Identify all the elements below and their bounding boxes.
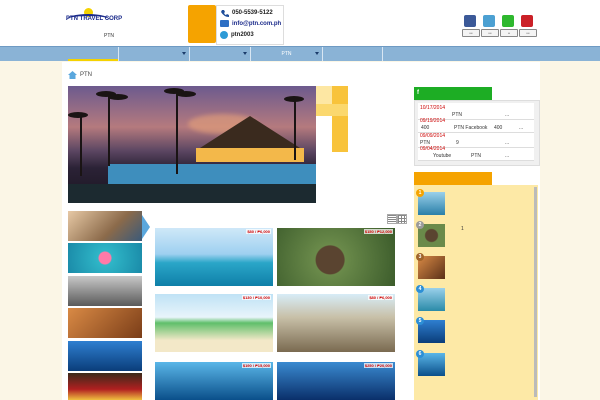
nav-item-4[interactable]: PTN bbox=[251, 47, 323, 61]
contact-phone[interactable]: 050-5539-5122 bbox=[232, 10, 273, 16]
post-text[interactable]: PTN bbox=[452, 112, 462, 118]
post-date: 09/04/2014 bbox=[420, 146, 446, 152]
breadcrumb: PTN bbox=[68, 71, 92, 79]
contact-email-row: info@ptn.com.ph bbox=[220, 20, 281, 27]
line-icon[interactable] bbox=[502, 15, 514, 27]
breadcrumb-label[interactable]: PTN bbox=[80, 72, 92, 78]
post-date: 09/19/2014 bbox=[420, 118, 446, 124]
category-thumb-street[interactable] bbox=[68, 276, 142, 306]
hero-image bbox=[68, 86, 316, 203]
card-price: $250 / ₱20,000 bbox=[363, 363, 393, 368]
contact-email[interactable]: info@ptn.com.ph bbox=[232, 21, 281, 27]
nav-item-3[interactable] bbox=[190, 47, 251, 61]
ranking-scrollbar[interactable] bbox=[534, 187, 537, 397]
nav-item-label: PTN bbox=[281, 51, 292, 57]
contact-skype-row: ptn2003 bbox=[220, 31, 254, 39]
category-thumb-people[interactable] bbox=[68, 211, 142, 241]
logo-subtext: PTN bbox=[104, 33, 114, 39]
social-share-button[interactable]: •• bbox=[500, 29, 518, 37]
ranking-number-badge: 6 bbox=[416, 350, 424, 358]
pinterest-icon[interactable] bbox=[521, 15, 533, 27]
chevron-down-icon bbox=[243, 52, 247, 55]
ranking-number-badge: 3 bbox=[416, 253, 424, 261]
post-date: 10/17/2014 bbox=[420, 105, 446, 111]
post-text[interactable]: 400 bbox=[421, 125, 429, 131]
mail-icon bbox=[220, 20, 229, 27]
chevron-down-icon bbox=[315, 52, 319, 55]
contact-phone-row: 050-5539-5122 bbox=[220, 9, 273, 17]
post-text[interactable]: PTN Facebook bbox=[454, 125, 487, 131]
chevron-down-icon bbox=[182, 52, 186, 55]
nav-item-5[interactable] bbox=[323, 47, 383, 61]
card-price: $190 / ₱15,000 bbox=[241, 363, 271, 368]
list-view-icon[interactable] bbox=[387, 214, 397, 224]
ranking-number-badge: 1 bbox=[416, 189, 424, 197]
post-more-link[interactable]: ... bbox=[505, 112, 509, 118]
category-thumb-spa[interactable] bbox=[68, 308, 142, 338]
category-thumb-diving[interactable] bbox=[68, 341, 142, 371]
category-thumb-night[interactable] bbox=[68, 373, 142, 400]
card-price: $80 / ₱6,000 bbox=[368, 295, 393, 300]
post-more-link[interactable]: ... bbox=[505, 153, 509, 159]
facebook-icon[interactable] bbox=[464, 15, 476, 27]
post-date: 09/09/2014 bbox=[420, 133, 446, 139]
home-icon[interactable] bbox=[68, 71, 77, 79]
category-arrow-icon bbox=[142, 215, 150, 239]
skype-icon bbox=[220, 31, 228, 39]
card-beach[interactable]: $130 / ₱10,000 bbox=[155, 294, 273, 352]
card-island[interactable]: $80 / ₱6,000 bbox=[155, 228, 273, 286]
phone-icon bbox=[221, 10, 229, 17]
ranking-number-badge: 2 bbox=[416, 221, 424, 229]
ranking-header bbox=[414, 172, 492, 185]
twitter-icon[interactable] bbox=[483, 15, 495, 27]
card-tarsier[interactable]: $150 / ₱12,000 bbox=[277, 228, 395, 286]
post-text[interactable]: 400 bbox=[494, 125, 502, 131]
ranking-text[interactable]: 1 bbox=[461, 226, 464, 232]
facebook-widget-header[interactable]: f bbox=[414, 87, 492, 100]
post-text[interactable]: 9 bbox=[456, 140, 459, 146]
card-price: $130 / ₱10,000 bbox=[241, 295, 271, 300]
category-thumb-pool[interactable] bbox=[68, 243, 142, 273]
post-text[interactable]: PTN bbox=[471, 153, 481, 159]
ranking-number-badge: 4 bbox=[416, 285, 424, 293]
hero-accent bbox=[332, 86, 348, 152]
nav-item-6[interactable] bbox=[383, 47, 600, 61]
post-more-link[interactable]: ... bbox=[519, 125, 523, 131]
grid-view-icon[interactable] bbox=[397, 214, 407, 224]
social-share-button[interactable]: ••• bbox=[519, 29, 537, 37]
card-whaleshark2[interactable]: $250 / ₱20,000 bbox=[277, 362, 395, 400]
card-price: $80 / ₱6,000 bbox=[246, 229, 271, 234]
card-church[interactable]: $80 / ₱6,000 bbox=[277, 294, 395, 352]
contact-accent bbox=[188, 5, 216, 43]
ranking-number-badge: 5 bbox=[416, 317, 424, 325]
social-share-button[interactable]: ••• bbox=[481, 29, 499, 37]
card-whaleshark[interactable]: $190 / ₱15,000 bbox=[155, 362, 273, 400]
social-share-button[interactable]: ••• bbox=[462, 29, 480, 37]
post-text[interactable]: Youtube bbox=[433, 153, 451, 159]
post-divider bbox=[418, 160, 534, 161]
hero-accent bbox=[316, 104, 348, 116]
logo-text[interactable]: PTN TRAVEL CORP bbox=[66, 16, 122, 22]
card-price: $150 / ₱12,000 bbox=[363, 229, 393, 234]
nav-item-2[interactable] bbox=[119, 47, 190, 61]
contact-skype[interactable]: ptn2003 bbox=[231, 32, 254, 38]
post-more-link[interactable]: ... bbox=[505, 140, 509, 146]
